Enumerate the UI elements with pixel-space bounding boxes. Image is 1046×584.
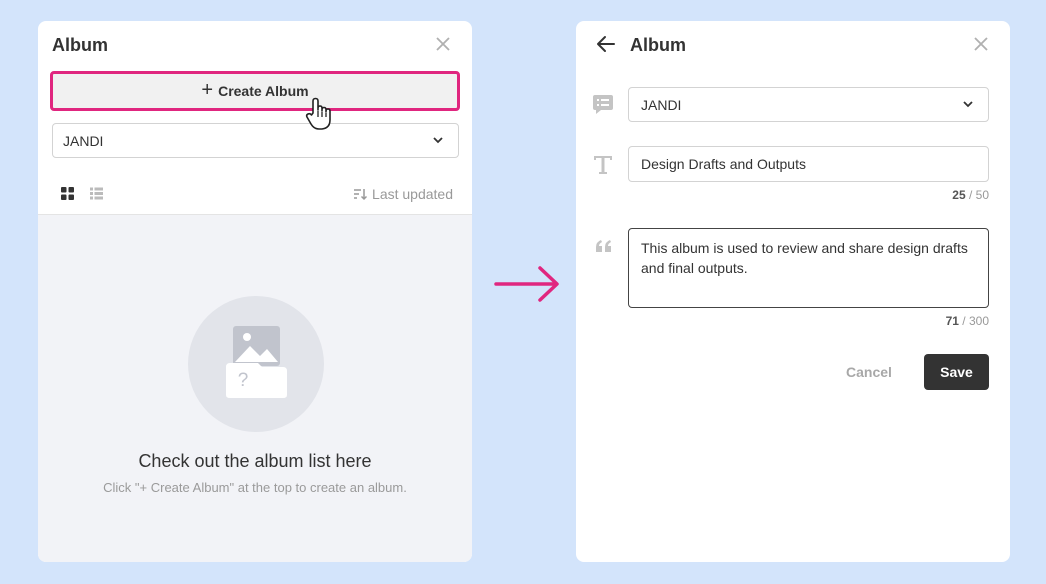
chat-topic-icon <box>593 95 613 114</box>
empty-state-subtitle: Click "+ Create Album" at the top to cre… <box>103 480 407 495</box>
description-char-counter: 71 / 300 <box>946 314 989 328</box>
workspace-select-value: JANDI <box>641 96 682 113</box>
panel-title: Album <box>52 35 108 55</box>
workspace-select-value: JANDI <box>63 132 104 149</box>
svg-text:?: ? <box>238 370 249 391</box>
text-title-icon <box>594 156 612 174</box>
workspace-select[interactable]: JANDI <box>628 87 989 122</box>
chevron-down-icon <box>433 137 443 144</box>
list-view-icon[interactable] <box>89 186 104 201</box>
album-panel-create: Album JANDI Design Drafts and Outputs 25… <box>576 21 1010 562</box>
name-char-count: 25 <box>952 188 966 202</box>
description-char-max: / 300 <box>958 314 989 328</box>
sort-dropdown[interactable]: Last updated <box>353 186 453 202</box>
description-char-count: 71 <box>945 314 959 328</box>
empty-state-title: Check out the album list here <box>138 451 372 471</box>
sort-icon <box>354 188 368 200</box>
album-name-input[interactable]: Design Drafts and Outputs <box>628 146 989 182</box>
arrow-right-icon <box>494 266 559 302</box>
quote-icon <box>596 240 611 252</box>
name-char-counter: 25 / 50 <box>952 188 989 202</box>
album-description-textarea[interactable]: This album is used to review and share d… <box>628 228 989 308</box>
cancel-button[interactable]: Cancel <box>828 354 910 390</box>
hand-pointer-icon <box>305 97 331 130</box>
save-button[interactable]: Save <box>924 354 989 390</box>
close-icon[interactable] <box>973 36 989 52</box>
create-album-button[interactable]: + Create Album <box>50 71 460 111</box>
chevron-down-icon <box>963 101 973 108</box>
back-arrow-icon[interactable] <box>596 35 616 53</box>
panel-title: Album <box>630 35 686 55</box>
create-album-label: Create Album <box>218 83 309 99</box>
workspace-select[interactable]: JANDI <box>52 123 459 158</box>
grid-view-icon[interactable] <box>60 186 75 201</box>
plus-icon: + <box>201 79 214 101</box>
name-char-max: / 50 <box>965 188 989 202</box>
close-icon[interactable] <box>435 36 451 52</box>
album-panel-list: Album + Create Album JANDI Last updated … <box>38 21 472 562</box>
empty-state: ? Check out the album list here Click "+… <box>38 214 472 562</box>
sort-label: Last updated <box>372 186 453 202</box>
empty-album-illustration: ? <box>188 296 324 432</box>
